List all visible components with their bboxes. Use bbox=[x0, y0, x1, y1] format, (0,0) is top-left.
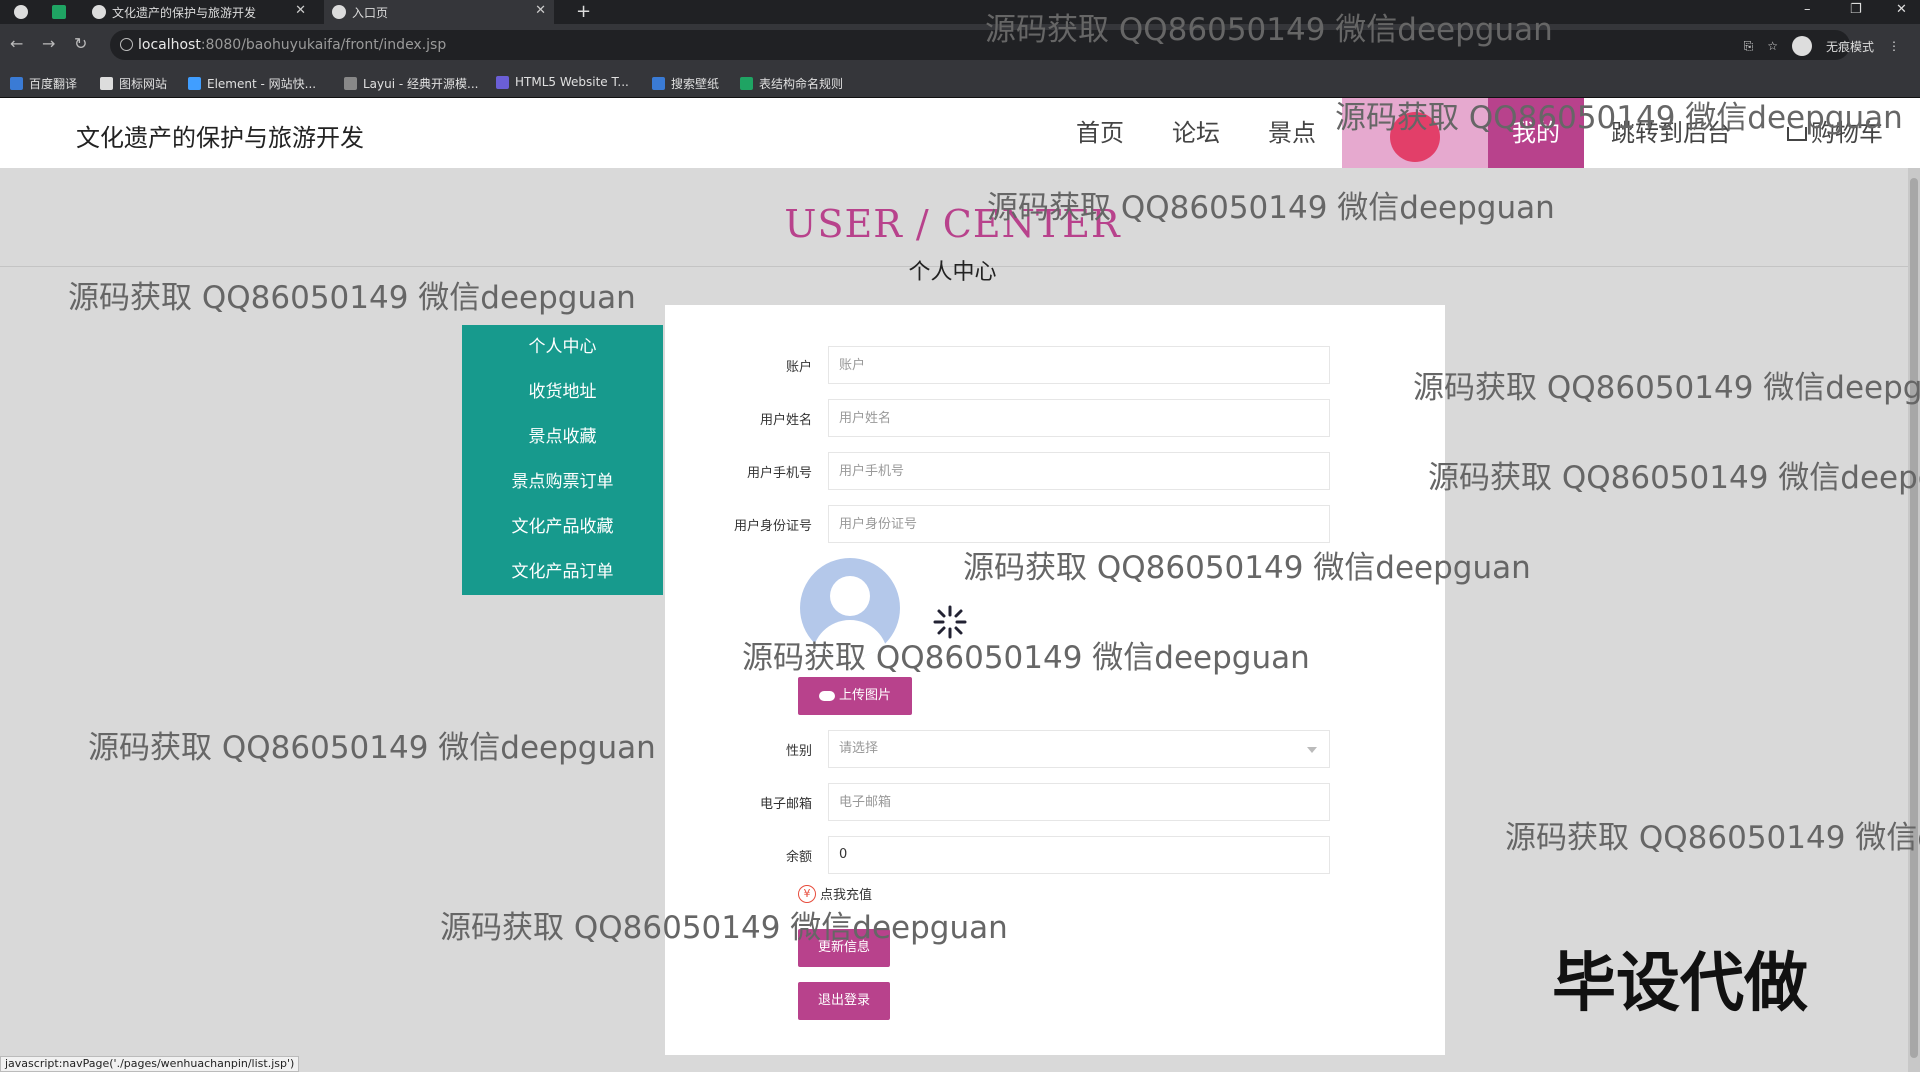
browser-tools: ⎘ ☆ 无痕模式 ⋮ bbox=[1744, 36, 1900, 56]
gender-label: 性别 bbox=[785, 744, 812, 759]
menu-item-ticket-orders[interactable]: 景点购票订单 bbox=[462, 460, 663, 505]
bookmark-item[interactable]: Element - 网站快... bbox=[188, 75, 316, 92]
tab-site[interactable]: 文化遗产的保护与旅游开发 ✕ bbox=[84, 0, 314, 24]
tab-sheet-icon[interactable] bbox=[52, 5, 66, 19]
name-input[interactable] bbox=[828, 399, 1330, 437]
url-path: :8080/baohuyukaifa/front/index.jsp bbox=[200, 37, 447, 53]
browser-tab-bar: 文化遗产的保护与旅游开发 ✕ 入口页 ✕ + – ❐ ✕ bbox=[0, 0, 1920, 24]
reload-icon[interactable]: ↻ bbox=[74, 34, 87, 53]
gender-select[interactable]: 请选择 bbox=[828, 730, 1330, 768]
account-input[interactable] bbox=[828, 346, 1330, 384]
watermark: 源码获取 QQ86050149 微信deepguan bbox=[1505, 820, 1920, 856]
back-icon[interactable]: ← bbox=[10, 34, 23, 53]
watermark: 源码获取 QQ86050149 微信deepguan bbox=[963, 550, 1531, 586]
scrollbar-thumb[interactable] bbox=[1910, 178, 1918, 1058]
watermark: 源码获取 QQ86050149 微信deepguan bbox=[88, 730, 656, 766]
bookmark-icon bbox=[100, 77, 113, 90]
cloud-upload-icon bbox=[818, 690, 835, 701]
close-icon[interactable]: ✕ bbox=[535, 3, 546, 18]
watermark: 源码获取 QQ86050149 微信deepguan bbox=[440, 910, 1008, 946]
watermark: 源码获取 QQ86050149 微信deepguan bbox=[1413, 370, 1920, 406]
phone-input[interactable] bbox=[828, 452, 1330, 490]
balance-label: 余额 bbox=[785, 850, 812, 865]
chevron-down-icon bbox=[1307, 747, 1317, 753]
recharge-link[interactable]: ¥ 点我充值 bbox=[798, 884, 872, 903]
idcard-label: 用户身份证号 bbox=[733, 519, 812, 534]
balance-field: 0 bbox=[828, 836, 1330, 874]
bookmark-icon bbox=[10, 77, 23, 90]
bookmark-icon bbox=[740, 77, 753, 90]
menu-item-product-orders[interactable]: 文化产品订单 bbox=[462, 550, 663, 595]
bookmark-item[interactable]: 搜索壁纸 bbox=[652, 75, 719, 92]
promo-badge: 毕设代做 bbox=[1552, 947, 1808, 1021]
tab-label: 入口页 bbox=[352, 5, 389, 20]
info-icon bbox=[120, 38, 133, 51]
address-bar-area: ← → ↻ localhost:8080/baohuyukaifa/front/… bbox=[0, 24, 1920, 68]
profile-label[interactable]: 无痕模式 bbox=[1826, 38, 1874, 55]
restore-icon[interactable]: ❐ bbox=[1850, 2, 1862, 17]
bookmark-icon bbox=[344, 77, 357, 90]
watermark: 源码获取 QQ86050149 微信deepguan bbox=[987, 190, 1555, 226]
menu-item-attraction-favorites[interactable]: 景点收藏 bbox=[462, 415, 663, 460]
yen-icon: ¥ bbox=[798, 884, 816, 903]
menu-item-profile[interactable]: 个人中心 bbox=[462, 325, 663, 370]
menu-item-product-favorites[interactable]: 文化产品收藏 bbox=[462, 505, 663, 550]
watermark: 源码获取 QQ86050149 微信deepguan bbox=[1428, 460, 1920, 496]
nav-home[interactable]: 首页 bbox=[1060, 98, 1140, 168]
email-input[interactable] bbox=[828, 783, 1330, 821]
email-label: 电子邮箱 bbox=[759, 797, 812, 812]
window-close-icon[interactable]: ✕ bbox=[1896, 2, 1907, 17]
bookmark-item[interactable]: Layui - 经典开源模... bbox=[344, 75, 478, 92]
upload-image-button[interactable]: 上传图片 bbox=[798, 677, 912, 715]
watermark: 源码获取 QQ86050149 微信deepguan bbox=[742, 640, 1310, 676]
watermark: 源码获取 QQ86050149 微信deepguan bbox=[985, 12, 1553, 48]
translate-icon[interactable]: ⎘ bbox=[1744, 39, 1754, 54]
idcard-input[interactable] bbox=[828, 505, 1330, 543]
bookmark-item[interactable]: 表结构命名规则 bbox=[740, 75, 843, 92]
close-icon[interactable]: ✕ bbox=[295, 3, 306, 18]
bookmark-item[interactable]: 图标网站 bbox=[100, 75, 167, 92]
forward-icon[interactable]: → bbox=[42, 34, 55, 53]
user-center-title: USER / CENTER bbox=[784, 202, 1121, 246]
watermark: 源码获取 QQ86050149 微信deepguan bbox=[68, 280, 636, 316]
globe-icon bbox=[92, 5, 106, 19]
account-label: 账户 bbox=[785, 360, 812, 375]
nav-forum[interactable]: 论坛 bbox=[1156, 98, 1236, 168]
menu-dots-icon[interactable]: ⋮ bbox=[1888, 39, 1900, 53]
url-host: localhost bbox=[138, 37, 201, 53]
nav-attractions[interactable]: 景点 bbox=[1252, 98, 1332, 168]
bookmark-item[interactable]: 百度翻译 bbox=[10, 75, 77, 92]
status-bar-link: javascript:navPage('./pages/wenhuachanpi… bbox=[0, 1056, 300, 1072]
bookmark-icon bbox=[496, 75, 509, 89]
globe-icon bbox=[332, 5, 346, 19]
logout-button[interactable]: 退出登录 bbox=[798, 982, 890, 1020]
browser-icon bbox=[14, 5, 28, 19]
name-label: 用户姓名 bbox=[759, 413, 812, 428]
scrollbar[interactable] bbox=[1908, 168, 1920, 1072]
site-title: 文化遗产的保护与旅游开发 bbox=[76, 124, 364, 152]
bookmark-icon bbox=[652, 77, 665, 90]
url-field[interactable]: localhost:8080/baohuyukaifa/front/index.… bbox=[110, 30, 1850, 60]
incognito-icon[interactable] bbox=[1791, 36, 1812, 56]
star-icon[interactable]: ☆ bbox=[1767, 39, 1778, 53]
watermark: 源码获取 QQ86050149 微信deepguan bbox=[1335, 100, 1903, 136]
tab-entry[interactable]: 入口页 ✕ bbox=[324, 0, 554, 24]
bookmark-item[interactable]: HTML5 Website T... bbox=[496, 75, 629, 89]
phone-label: 用户手机号 bbox=[746, 466, 812, 481]
minimize-icon[interactable]: – bbox=[1804, 2, 1811, 17]
new-tab-icon[interactable]: + bbox=[576, 1, 591, 22]
bookmark-icon bbox=[188, 77, 201, 90]
tab-label: 文化遗产的保护与旅游开发 bbox=[112, 5, 257, 20]
menu-item-address[interactable]: 收货地址 bbox=[462, 370, 663, 415]
user-menu: 个人中心 收货地址 景点收藏 景点购票订单 文化产品收藏 文化产品订单 bbox=[462, 325, 663, 595]
